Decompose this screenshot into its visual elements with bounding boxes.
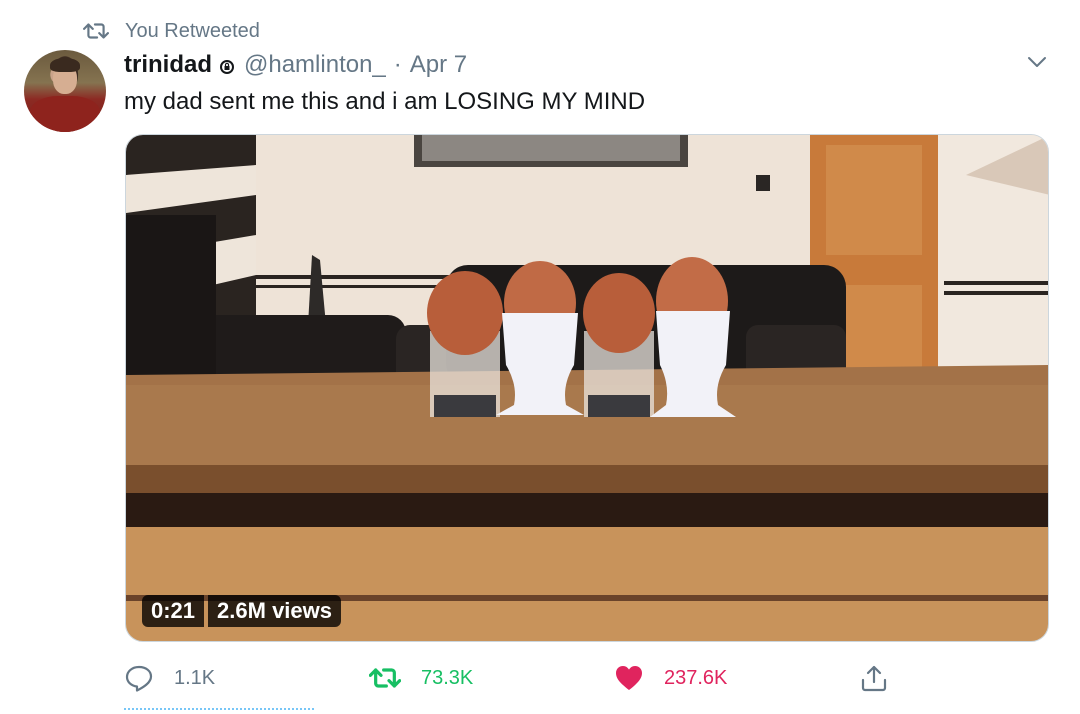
- chevron-down-icon[interactable]: [1026, 54, 1048, 70]
- video-info-overlay: 0:21 2.6M views: [142, 595, 341, 627]
- tweet-text: my dad sent me this and i am LOSING MY M…: [124, 88, 646, 115]
- video-thumbnail: [126, 135, 1048, 641]
- retweet-icon: [83, 23, 109, 39]
- reply-button[interactable]: 1.1K: [124, 658, 215, 698]
- retweet-action-icon: [369, 668, 401, 688]
- tweet-date[interactable]: Apr 7: [410, 51, 467, 79]
- video-views: 2.6M views: [208, 595, 341, 627]
- reply-icon: [125, 665, 153, 692]
- meta-separator: ·: [393, 51, 402, 78]
- share-button[interactable]: [859, 658, 909, 698]
- verified-lock-icon: [220, 60, 234, 74]
- avatar[interactable]: [24, 50, 106, 132]
- like-button[interactable]: 237.6K: [614, 658, 727, 698]
- retweet-banner: You Retweeted: [83, 18, 260, 44]
- retweet-count: 73.3K: [421, 666, 474, 689]
- video-duration: 0:21: [142, 595, 205, 627]
- retweet-button[interactable]: 73.3K: [369, 658, 473, 698]
- author-name[interactable]: trinidad: [124, 51, 212, 79]
- heart-icon: [616, 666, 642, 690]
- show-thread-link-peek: [124, 708, 324, 714]
- reply-count: 1.1K: [174, 666, 216, 689]
- tweet-actions: 1.1K 73.3K 237.6K: [124, 658, 1054, 698]
- retweet-banner-label: You Retweeted: [125, 19, 260, 42]
- tweet-header: trinidad @hamlinton_ · Apr 7: [124, 48, 467, 82]
- like-count: 237.6K: [664, 666, 728, 689]
- video-player[interactable]: 0:21 2.6M views: [125, 134, 1049, 642]
- author-handle[interactable]: @hamlinton_: [244, 51, 386, 79]
- share-icon: [861, 665, 887, 692]
